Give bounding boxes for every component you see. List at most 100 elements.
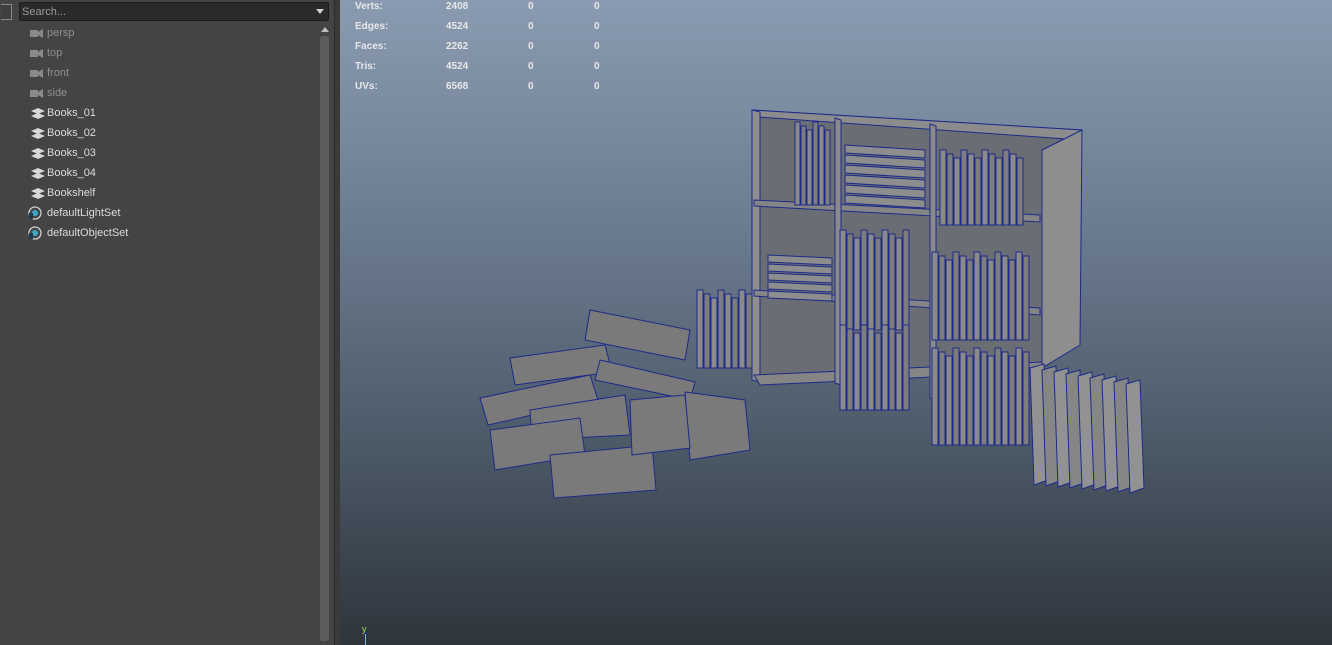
hud-label: UVs: <box>355 81 378 92</box>
hud-value: 0 <box>594 81 600 92</box>
outliner-item[interactable]: defaultLightSet <box>0 203 318 223</box>
camera-icon <box>30 67 44 79</box>
hud-value: 4524 <box>446 21 469 32</box>
shelf-book <box>945 355 953 446</box>
axis-y-line <box>365 634 366 645</box>
shelf-book <box>846 233 854 331</box>
outliner-scrollbar[interactable] <box>318 22 332 645</box>
shelf-book <box>881 324 889 411</box>
shelf-book <box>839 324 847 411</box>
mesh-icon <box>30 187 45 199</box>
shelf-book <box>988 153 996 226</box>
row-book <box>724 293 732 369</box>
row-book <box>745 293 753 369</box>
hud-value: 0 <box>528 21 534 32</box>
shelf-book <box>860 229 868 331</box>
outliner-item[interactable]: front <box>0 63 318 83</box>
shelf-book <box>1022 255 1030 341</box>
set-icon <box>28 206 44 220</box>
shelf-book <box>888 233 896 331</box>
outliner-item-label: persp <box>47 27 75 39</box>
outliner-item-label: top <box>47 47 63 59</box>
hud-value: 0 <box>528 81 534 92</box>
hud-label: Verts: <box>355 1 383 12</box>
scrollbar-track[interactable] <box>320 36 329 641</box>
outliner-item-label: Books_02 <box>47 127 96 139</box>
shelf-book <box>994 251 1002 341</box>
shelf-book <box>846 328 854 411</box>
shelf-book <box>895 237 903 331</box>
outliner-item[interactable]: Books_02 <box>0 123 318 143</box>
shelf-book <box>981 149 989 226</box>
shelf-book <box>1001 255 1009 341</box>
outliner-item[interactable]: defaultObjectSet <box>0 223 318 243</box>
outliner-item[interactable]: Bookshelf <box>0 183 318 203</box>
outliner-item-label: defaultObjectSet <box>47 227 129 239</box>
shelf-book <box>931 347 939 446</box>
hud-value: 6568 <box>446 81 469 92</box>
hud-value: 4524 <box>446 61 469 72</box>
shelf-book <box>1016 157 1024 226</box>
set-icon <box>28 226 44 240</box>
outliner-list: persp top front side Books_01 Books_02 Books_0… <box>0 23 318 243</box>
shelf-book <box>987 355 995 446</box>
hud-value: 0 <box>528 1 534 12</box>
outliner-item[interactable]: Books_01 <box>0 103 318 123</box>
shelf-book <box>939 149 947 226</box>
viewport-3d[interactable]: Verts: 2408 0 0 Edges: 4524 0 0 Faces: 2262 0 0 Tris… <box>340 0 1332 645</box>
search-input[interactable] <box>22 4 302 19</box>
hud-value: 0 <box>528 61 534 72</box>
search-row <box>0 2 334 22</box>
hud-label: Edges: <box>355 21 389 32</box>
row-book <box>710 297 718 369</box>
shelf-book <box>853 332 861 411</box>
mesh-icon <box>30 147 45 159</box>
hud-label: Tris: <box>355 61 377 72</box>
shelf-book <box>967 153 975 226</box>
shelf-book <box>994 347 1002 446</box>
outliner-item-label: side <box>47 87 68 99</box>
search-box[interactable] <box>19 2 329 21</box>
outliner-item-label: Books_03 <box>47 147 96 159</box>
outliner-item[interactable]: top <box>0 43 318 63</box>
outliner-item[interactable]: Books_03 <box>0 143 318 163</box>
shelf-book <box>867 328 875 411</box>
row-book <box>696 289 704 369</box>
hud-value: 0 <box>594 41 600 52</box>
outliner-item[interactable]: persp <box>0 23 318 43</box>
pile-book <box>684 391 751 461</box>
shelf-book <box>973 347 981 446</box>
shelf-book <box>874 237 882 331</box>
shelf-book <box>952 347 960 446</box>
hud-row: UVs: 6568 0 0 <box>355 80 655 100</box>
hud-value: 0 <box>594 1 600 12</box>
camera-icon <box>30 47 44 59</box>
search-dropdown-icon[interactable] <box>316 9 324 14</box>
pile-book <box>594 359 696 401</box>
outliner-item[interactable]: Books_04 <box>0 163 318 183</box>
row-book <box>731 297 739 369</box>
shelf-book <box>1022 351 1030 446</box>
shelf-book <box>959 351 967 446</box>
shelf-book <box>959 255 967 341</box>
outliner-options-icon[interactable] <box>1 4 12 20</box>
shelf-book <box>1009 153 1017 226</box>
shelf-book <box>966 259 974 341</box>
scroll-up-icon[interactable] <box>321 27 329 32</box>
shelf-book <box>987 259 995 341</box>
shelf-book <box>902 324 910 411</box>
row-book <box>703 293 711 369</box>
hud-value: 0 <box>528 41 534 52</box>
shelf-book <box>1015 347 1023 446</box>
outliner-item[interactable]: side <box>0 83 318 103</box>
hud-value: 2262 <box>446 41 469 52</box>
shelf-book <box>960 149 968 226</box>
bookshelf-left <box>751 109 761 383</box>
shelf-book <box>946 153 954 226</box>
mesh-icon <box>30 167 45 179</box>
mesh-icon <box>30 127 45 139</box>
hud-row: Tris: 4524 0 0 <box>355 60 655 80</box>
shelf-book <box>995 157 1003 226</box>
shelf-book <box>931 251 939 341</box>
shelf-book <box>874 332 882 411</box>
